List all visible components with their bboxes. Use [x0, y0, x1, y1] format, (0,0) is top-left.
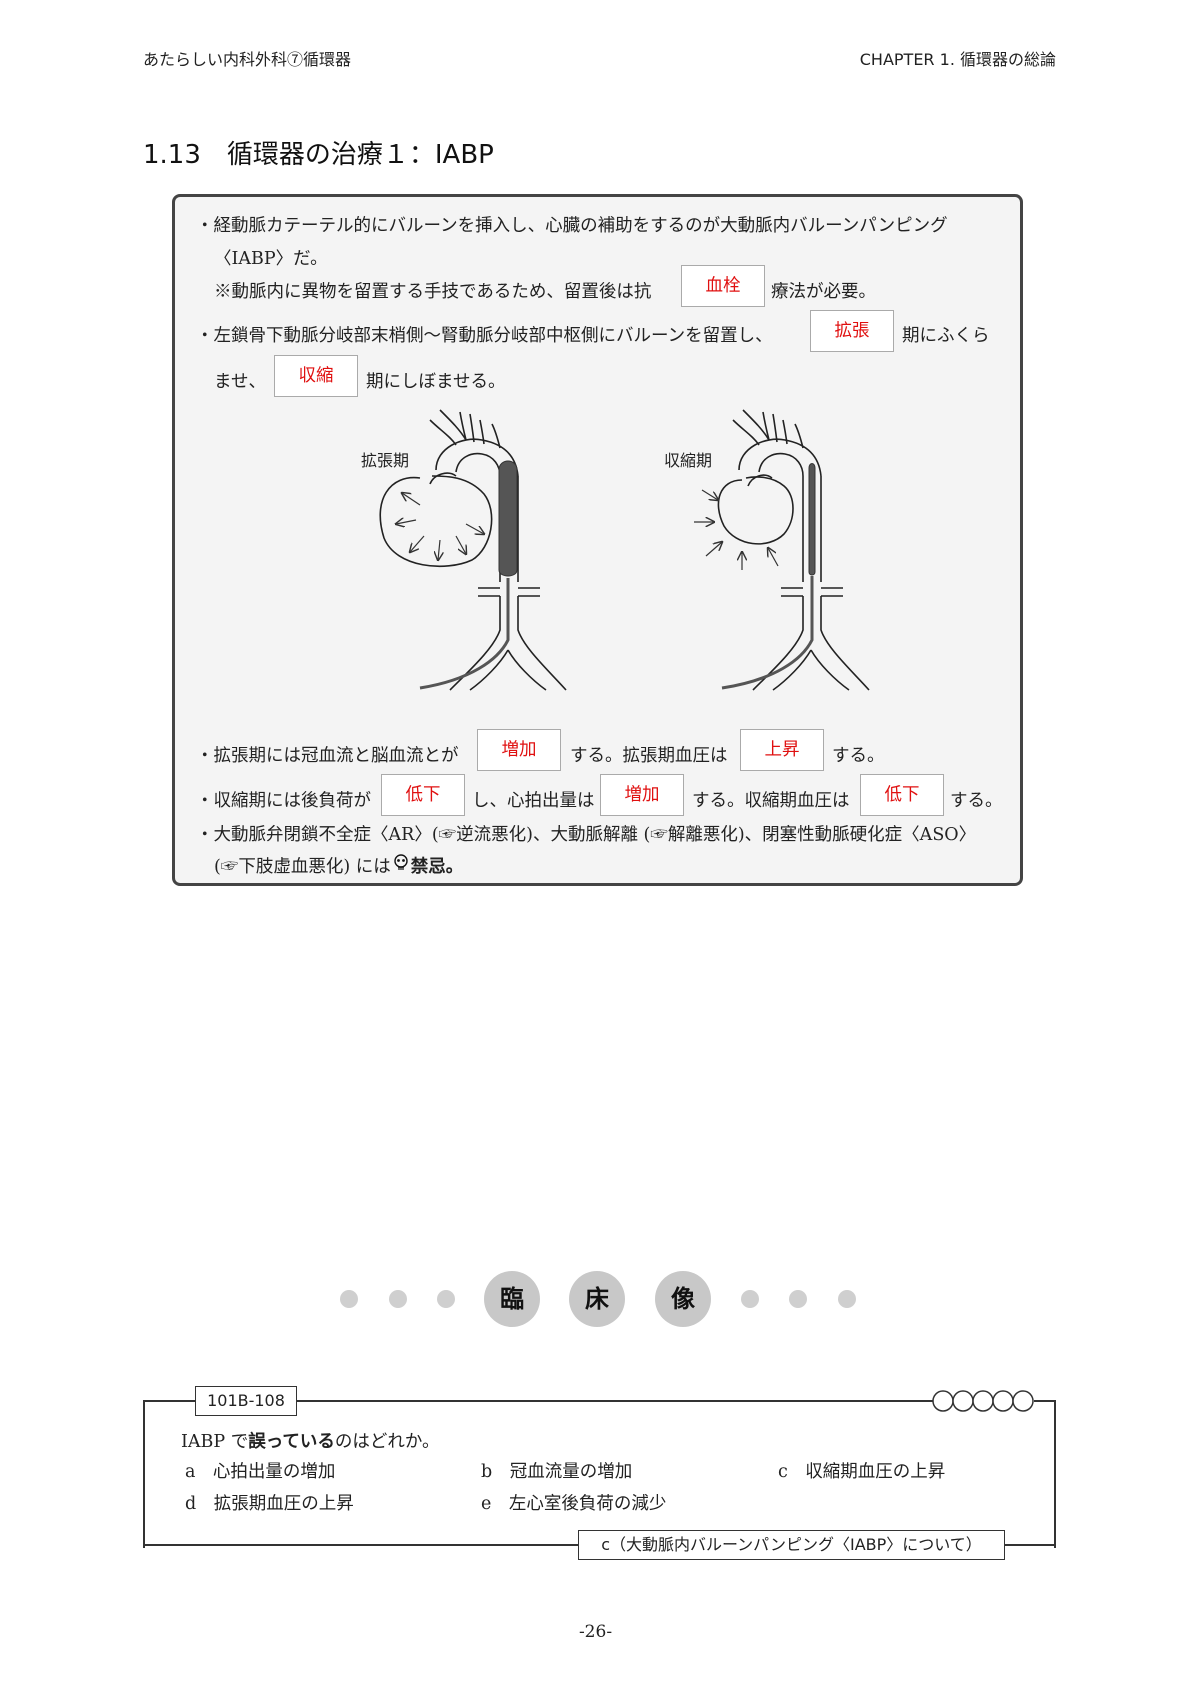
answer-explanation: c（大動脈内バルーンパンピング〈IABP〉について） — [578, 1530, 1005, 1560]
option-b: b 冠血流量の増加 — [481, 1462, 633, 1482]
question-stem: IABP で誤っているのはどれか。 — [181, 1428, 440, 1453]
option-c: c 収縮期血圧の上昇 — [778, 1462, 946, 1482]
question-stem-pre: IABP で — [181, 1432, 249, 1452]
question-id: 101B-108 — [195, 1386, 297, 1416]
page-number: -26- — [578, 1622, 613, 1642]
question-stem-emphasis: 誤っている — [248, 1432, 335, 1452]
option-a: a 心拍出量の増加 — [185, 1462, 336, 1482]
option-e: e 左心室後負荷の減少 — [481, 1494, 667, 1514]
question-stem-post: のはどれか。 — [334, 1432, 440, 1452]
option-d: d 拡張期血圧の上昇 — [185, 1494, 354, 1514]
